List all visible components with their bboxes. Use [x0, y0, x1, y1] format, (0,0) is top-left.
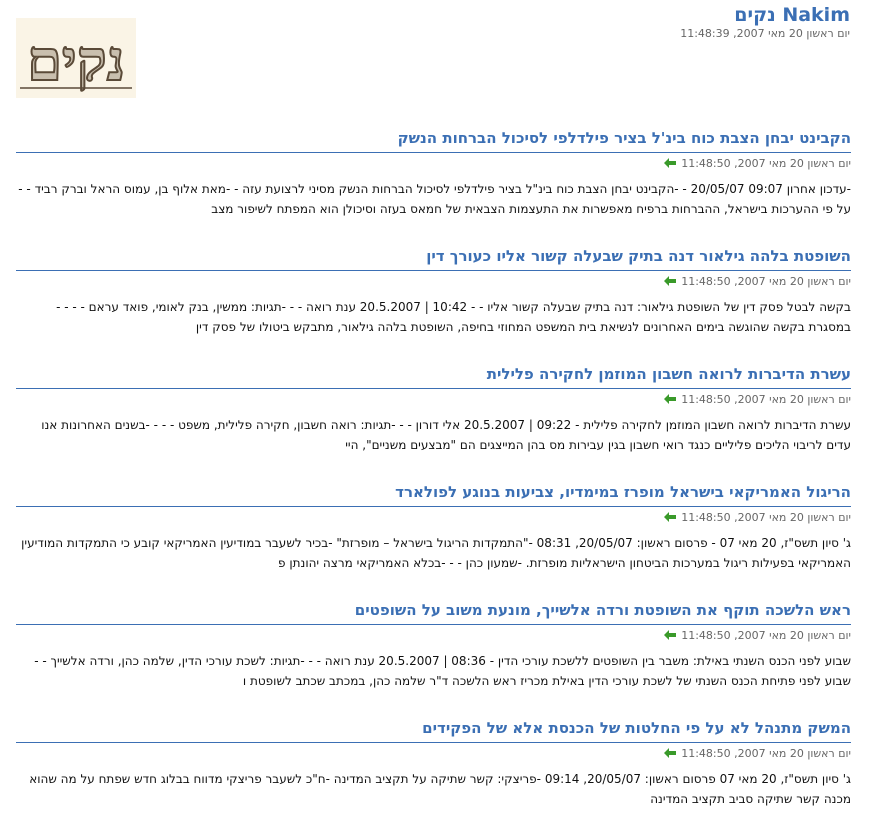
news-item-date: יום ראשון 20 מאי 2007, 11:48:50 [681, 392, 851, 406]
site-logo[interactable]: נקים [16, 18, 136, 98]
news-item: עשרת הדיברות לרואה חשבון המוזמן לחקירה פ… [16, 360, 851, 478]
arrow-left-icon[interactable] [663, 511, 677, 523]
news-item-description: בקשה לבטל פסק דין של השופטת גילאור: דנה … [56, 300, 851, 334]
page-header: נקים Nakim נקים יום ראשון 20 מאי 2007, 1… [0, 0, 869, 110]
arrow-left-icon[interactable] [663, 275, 677, 287]
news-item-meta: יום ראשון 20 מאי 2007, 11:48:50 [16, 155, 851, 171]
news-item-meta: יום ראשון 20 מאי 2007, 11:48:50 [16, 627, 851, 643]
site-title[interactable]: Nakim נקים [734, 4, 850, 26]
arrow-left-icon[interactable] [663, 747, 677, 759]
news-item-description: -עדכון אחרון 09:07 20/05/07 - -הקבינט יב… [18, 182, 851, 216]
news-item-title[interactable]: הריגול האמריקאי בישראל מופרז במימדיו, צב… [16, 478, 851, 507]
arrow-left-icon[interactable] [663, 393, 677, 405]
news-item-meta: יום ראשון 20 מאי 2007, 11:48:50 [16, 391, 851, 407]
news-item-title[interactable]: ראש הלשכה תוקף את השופטת ורדה אלשייך, מו… [16, 596, 851, 625]
news-item: הקבינט יבחן הצבת כוח בינ'ל בציר פילדלפי … [16, 124, 851, 242]
news-item-date: יום ראשון 20 מאי 2007, 11:48:50 [681, 628, 851, 642]
news-item: המשק מתנהל לא על פי החלטות של הכנסת אלא … [16, 714, 851, 832]
news-item-date: יום ראשון 20 מאי 2007, 11:48:50 [681, 510, 851, 524]
site-date: יום ראשון 20 מאי 2007, 11:48:39 [680, 27, 850, 40]
news-item-meta: יום ראשון 20 מאי 2007, 11:48:50 [16, 745, 851, 761]
arrow-left-icon[interactable] [663, 157, 677, 169]
news-item-meta: יום ראשון 20 מאי 2007, 11:48:50 [16, 509, 851, 525]
news-item-description: עשרת הדיברות לרואה חשבון המוזמן לחקירה פ… [41, 418, 851, 452]
news-item-description: שבוע לפני הכנס השנתי באילת: משבר בין השו… [34, 654, 851, 688]
arrow-left-icon[interactable] [663, 629, 677, 641]
logo-lettering: נקים [27, 28, 125, 94]
news-item-title[interactable]: הקבינט יבחן הצבת כוח בינ'ל בציר פילדלפי … [16, 124, 851, 153]
news-list: הקבינט יבחן הצבת כוח בינ'ל בציר פילדלפי … [16, 124, 851, 832]
news-item: השופטת בלהה גילאור דנה בתיק שבעלה קשור א… [16, 242, 851, 360]
news-item-date: יום ראשון 20 מאי 2007, 11:48:50 [681, 156, 851, 170]
news-item-description: ג' סיון תשס"ז, 20 מאי 07 פרסום ראשון: 20… [29, 772, 851, 806]
news-item-date: יום ראשון 20 מאי 2007, 11:48:50 [681, 746, 851, 760]
logo-image: נקים [16, 18, 136, 98]
news-item-title[interactable]: השופטת בלהה גילאור דנה בתיק שבעלה קשור א… [16, 242, 851, 271]
news-item-date: יום ראשון 20 מאי 2007, 11:48:50 [681, 274, 851, 288]
news-item-title[interactable]: המשק מתנהל לא על פי החלטות של הכנסת אלא … [16, 714, 851, 743]
news-item-description: ג' סיון תשס"ז, 20 מאי 07 - פרסום ראשון: … [21, 536, 851, 570]
news-item: הריגול האמריקאי בישראל מופרז במימדיו, צב… [16, 478, 851, 596]
news-item: ראש הלשכה תוקף את השופטת ורדה אלשייך, מו… [16, 596, 851, 714]
news-item-meta: יום ראשון 20 מאי 2007, 11:48:50 [16, 273, 851, 289]
news-item-title[interactable]: עשרת הדיברות לרואה חשבון המוזמן לחקירה פ… [16, 360, 851, 389]
